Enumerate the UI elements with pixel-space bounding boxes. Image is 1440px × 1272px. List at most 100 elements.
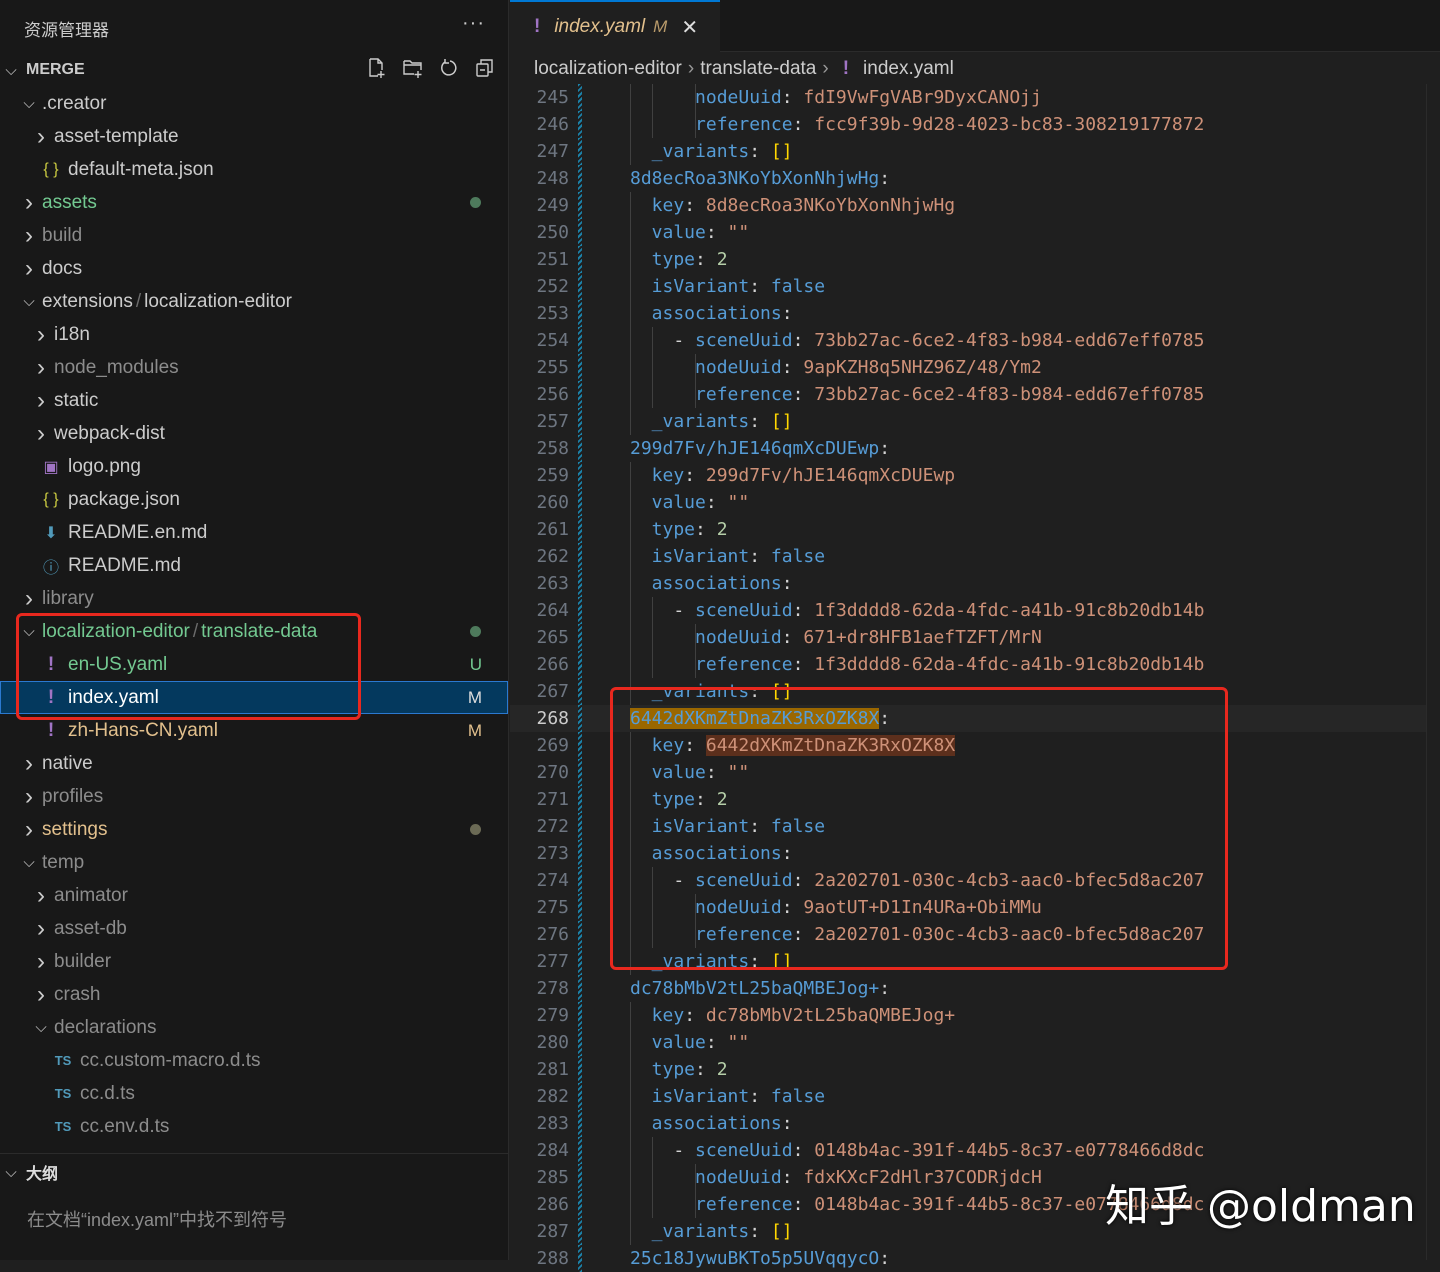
git-modified-gutter bbox=[578, 111, 582, 138]
tree-item[interactable]: › assets bbox=[0, 186, 508, 219]
indent-guide bbox=[630, 948, 631, 975]
workspace-section-header[interactable]: ⌵ MERGE bbox=[0, 56, 508, 84]
tree-item[interactable]: › build bbox=[0, 219, 508, 252]
git-modified-gutter bbox=[578, 840, 582, 867]
yaml-key: value bbox=[651, 762, 706, 783]
tree-item[interactable]: ⌵ declarations bbox=[0, 1011, 508, 1044]
indent-guide bbox=[630, 570, 631, 597]
tree-item-label: asset-template bbox=[54, 125, 179, 147]
indent-guide bbox=[630, 219, 631, 246]
line-number: 288 bbox=[536, 1248, 569, 1269]
yaml-file-icon: ! bbox=[842, 58, 850, 79]
refresh-icon[interactable] bbox=[438, 56, 460, 80]
yaml-value: 2 bbox=[716, 519, 728, 540]
git-modified-gutter bbox=[578, 462, 582, 489]
yaml-value: false bbox=[770, 276, 826, 297]
tree-item[interactable]: ⬇ README.en.md bbox=[0, 516, 508, 549]
tree-item[interactable]: ⌵ .creator bbox=[0, 87, 508, 120]
close-icon[interactable]: ✕ bbox=[681, 15, 698, 40]
git-modified-gutter bbox=[578, 381, 582, 408]
tree-item[interactable]: › webpack-dist bbox=[0, 417, 508, 450]
code-text: associations: bbox=[652, 300, 793, 327]
colon: : bbox=[749, 816, 761, 837]
watermark: 知乎 @oldman bbox=[1105, 1181, 1416, 1232]
tree-item[interactable]: › docs bbox=[0, 252, 508, 285]
yaml-file-icon: ! bbox=[47, 686, 55, 708]
code-line: 263 associations: bbox=[510, 570, 1440, 597]
new-file-icon[interactable] bbox=[366, 56, 388, 80]
yaml-key: type bbox=[651, 249, 696, 270]
tree-item[interactable]: { } default-meta.json bbox=[0, 153, 508, 186]
chevron-right-icon: › bbox=[25, 188, 33, 216]
tree-item-label: webpack-dist bbox=[54, 422, 165, 444]
git-modified-gutter bbox=[578, 1164, 582, 1191]
code-line: 272 isVariant: false bbox=[510, 813, 1440, 840]
breadcrumb-item[interactable]: localization-editor bbox=[534, 58, 682, 80]
json-icon: { } bbox=[43, 490, 59, 508]
indent-guide bbox=[630, 246, 631, 273]
yaml-value: 0148b4ac-391f-44b5-8c37-e0778466d8dc bbox=[814, 1140, 1205, 1161]
code-line: 249 key: 8d8ecRoa3NKoYbXonNhjwHg bbox=[510, 192, 1440, 219]
tree-item[interactable]: › animator bbox=[0, 879, 508, 912]
more-actions-button[interactable]: ··· bbox=[462, 12, 485, 35]
tree-item[interactable]: TS cc.d.ts bbox=[0, 1077, 508, 1110]
code-line: 274 - sceneUuid: 2a202701-030c-4cb3-aac0-… bbox=[510, 867, 1440, 894]
breadcrumb-item[interactable]: index.yaml bbox=[863, 58, 954, 80]
tree-item[interactable]: › i18n bbox=[0, 318, 508, 351]
colon: : bbox=[792, 330, 804, 351]
tree-item[interactable]: › settings bbox=[0, 813, 508, 846]
tree-item[interactable]: ▣ logo.png bbox=[0, 450, 508, 483]
code-text: nodeUuid: fdI9VwFgVABr9DyxCANOjj bbox=[695, 84, 1042, 111]
chevron-right-icon: › bbox=[37, 980, 45, 1008]
code-text: reference: 2a202701-030c-4cb3-aac0-bfec5… bbox=[695, 921, 1204, 948]
tree-item[interactable]: › asset-db bbox=[0, 912, 508, 945]
tree-item[interactable]: ⌵ localization-editor / translate-data bbox=[0, 615, 508, 648]
code-text: _variants: [] bbox=[652, 408, 793, 435]
yaml-value: fdI9VwFgVABr9DyxCANOjj bbox=[803, 87, 1042, 108]
indent-guide bbox=[630, 273, 631, 300]
tree-item[interactable]: ⓘ README.md bbox=[0, 549, 508, 582]
tree-item[interactable]: ⌵ temp bbox=[0, 846, 508, 879]
breadcrumb-item[interactable]: translate-data bbox=[700, 58, 816, 80]
tree-item[interactable]: ! zh-Hans-CN.yaml M bbox=[0, 714, 508, 747]
tree-item-label: temp bbox=[42, 851, 85, 873]
colon: : bbox=[792, 384, 804, 405]
tab-index-yaml[interactable]: ! index.yaml M ✕ bbox=[510, 0, 720, 52]
tree-item[interactable]: › builder bbox=[0, 945, 508, 978]
tree-item[interactable]: › crash bbox=[0, 978, 508, 1011]
tree-item[interactable]: TS cc.custom-macro.d.ts bbox=[0, 1044, 508, 1077]
tree-item[interactable]: TS cc.env.d.ts bbox=[0, 1110, 508, 1143]
tree-item[interactable]: › asset-template bbox=[0, 120, 508, 153]
code-line: 275 nodeUuid: 9aotUT+D1In4URa+ObiMMu bbox=[510, 894, 1440, 921]
tree-item[interactable]: › node_modules bbox=[0, 351, 508, 384]
tree-item[interactable]: › library bbox=[0, 582, 508, 615]
tree-item-label: cc.d.ts bbox=[80, 1082, 135, 1104]
line-number: 286 bbox=[536, 1194, 569, 1215]
yaml-value: 1f3dddd8-62da-4fdc-a41b-91c8b20db14b bbox=[814, 654, 1205, 675]
tree-item[interactable]: ! index.yaml M bbox=[0, 681, 508, 714]
outline-header[interactable]: ⌵ 大纲 bbox=[0, 1160, 58, 1184]
code-text: associations: bbox=[652, 1110, 793, 1137]
editor-scrollbar[interactable] bbox=[1426, 84, 1440, 1260]
indent-guide bbox=[630, 1137, 631, 1164]
tree-item[interactable]: › profiles bbox=[0, 780, 508, 813]
code-line: 261 type: 2 bbox=[510, 516, 1440, 543]
code-editor[interactable]: 245 nodeUuid: fdI9VwFgVABr9DyxCANOjj 246 re… bbox=[510, 84, 1440, 1272]
code-line: 288 25c18JywuBKTo5p5UVqqycO: bbox=[510, 1245, 1440, 1272]
code-line: 256 reference: 73bb27ac-6ce2-4f83-b984-ed… bbox=[510, 381, 1440, 408]
indent-guide bbox=[630, 462, 631, 489]
tree-item[interactable]: › static bbox=[0, 384, 508, 417]
indent-guide bbox=[630, 543, 631, 570]
tree-item[interactable]: ! en-US.yaml U bbox=[0, 648, 508, 681]
tree-item[interactable]: ⌵ extensions / localization-editor bbox=[0, 285, 508, 318]
collapse-all-icon[interactable] bbox=[474, 56, 496, 80]
indent-guide bbox=[630, 516, 631, 543]
tree-item-label: settings bbox=[42, 818, 108, 840]
tree-item[interactable]: › native bbox=[0, 747, 508, 780]
tree-item[interactable]: { } package.json bbox=[0, 483, 508, 516]
new-folder-icon[interactable] bbox=[402, 56, 424, 80]
